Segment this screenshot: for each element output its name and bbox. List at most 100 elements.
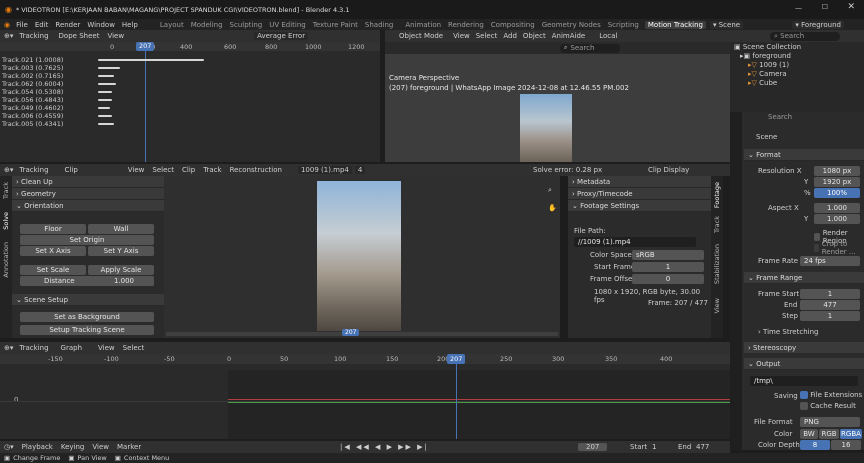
tab-view[interactable]: View: [713, 298, 721, 313]
properties-search[interactable]: Search: [748, 112, 858, 122]
color-rgba-option[interactable]: RGBA: [840, 429, 862, 439]
track-row[interactable]: Track.062 (0.6004): [0, 80, 110, 88]
set-y-axis-button[interactable]: Set Y Axis: [88, 246, 154, 256]
workspace-tab[interactable]: Rendering: [448, 21, 484, 29]
3d-viewport[interactable]: Camera Perspective (207) foreground | Wh…: [385, 54, 730, 162]
minimize-button[interactable]: —: [795, 4, 802, 12]
start-field[interactable]: 1: [652, 443, 656, 451]
resolution-y-field[interactable]: 1920 px: [814, 177, 860, 187]
playback-controls[interactable]: |◀ ◀◀ ◀ ▶ ▶▶ ▶|: [340, 443, 429, 451]
cache-result-checkbox[interactable]: Cache Result: [800, 402, 856, 410]
menu-edit[interactable]: Edit: [35, 21, 49, 29]
color-space-dropdown[interactable]: sRGB: [632, 250, 704, 260]
start-frame-field[interactable]: 1: [632, 262, 704, 272]
format-panel-header[interactable]: ⌄ Format: [744, 149, 864, 161]
track-row[interactable]: Track.056 (0.4843): [0, 96, 110, 104]
frame-start-field[interactable]: 1: [800, 289, 860, 299]
workspace-tab[interactable]: Texture Paint: [313, 21, 358, 29]
resolution-percent-field[interactable]: 100%: [814, 188, 860, 198]
clip-display-dropdown[interactable]: Clip Display: [648, 166, 689, 174]
metadata-panel[interactable]: › Metadata: [568, 176, 711, 188]
frame-offset-field[interactable]: 0: [632, 274, 704, 284]
track-row[interactable]: Track.054 (0.5308): [0, 88, 110, 96]
end-field[interactable]: 477: [696, 443, 709, 451]
graph-tracking-mode[interactable]: Tracking: [19, 344, 48, 352]
set-x-axis-button[interactable]: Set X Axis: [20, 246, 86, 256]
graph-mode[interactable]: Graph: [61, 344, 82, 352]
outliner-item[interactable]: ▸▣ foreground: [730, 51, 864, 60]
graph-area[interactable]: -150 -100 -50 0 50 100 150 200 250 300 3…: [0, 354, 730, 439]
zoom-icon[interactable]: ⌕: [548, 186, 552, 195]
floor-button[interactable]: Floor: [20, 224, 86, 234]
outliner-scene-collection[interactable]: ▣ Scene Collection: [730, 42, 864, 51]
clip-menu[interactable]: Reconstruction: [230, 166, 282, 174]
setup-tracking-scene-button[interactable]: Setup Tracking Scene: [20, 325, 154, 335]
workspace-tab[interactable]: Geometry Nodes: [542, 21, 601, 29]
outliner-item[interactable]: ▸▽ Camera: [730, 69, 864, 78]
apply-scale-button[interactable]: Apply Scale: [88, 265, 154, 275]
graph-frame-badge[interactable]: 207: [447, 354, 466, 364]
tab-footage[interactable]: Footage: [713, 182, 721, 208]
output-path-field[interactable]: /tmp\: [750, 376, 858, 386]
scene-selector[interactable]: ▾ Scene: [709, 20, 744, 29]
depth-16-option[interactable]: 16: [831, 440, 861, 450]
menu-help[interactable]: Help: [122, 21, 138, 29]
editor-type-icon[interactable]: ⊕▾: [4, 166, 13, 174]
viewport-search-field[interactable]: ⌕ Search: [560, 43, 620, 53]
clip-viewport[interactable]: ⌕ ✋ 207: [164, 176, 560, 338]
track-row[interactable]: Track.006 (0.4559): [0, 112, 110, 120]
footage-settings-panel[interactable]: ⌄ Footage Settings: [568, 200, 711, 212]
workspace-tab[interactable]: Compositing: [491, 21, 535, 29]
tab-track[interactable]: Track: [713, 216, 721, 233]
outliner-item[interactable]: ▸▽ Cube: [730, 78, 864, 87]
resolution-x-field[interactable]: 1080 px: [814, 166, 860, 176]
stereoscopy-panel-header[interactable]: › Stereoscopy: [744, 342, 864, 354]
workspace-tab[interactable]: Scripting: [608, 21, 639, 29]
viewport-menu[interactable]: AnimAide: [552, 32, 585, 40]
playback-menu[interactable]: Playback: [22, 443, 53, 451]
close-button[interactable]: ✕: [847, 2, 855, 12]
aspect-x-field[interactable]: 1.000: [814, 203, 860, 213]
clip-menu[interactable]: View: [128, 166, 145, 174]
set-origin-button[interactable]: Set Origin: [20, 235, 154, 245]
workspace-tab[interactable]: Modeling: [191, 21, 223, 29]
track-row[interactable]: Track.021 (1.0008): [0, 56, 110, 64]
menu-render[interactable]: Render: [55, 21, 80, 29]
view-layer-selector[interactable]: ▾ Foreground: [792, 20, 844, 29]
maximize-button[interactable]: ☐: [822, 3, 828, 11]
hand-icon[interactable]: ✋: [548, 204, 557, 212]
track-row[interactable]: Track.049 (0.4602): [0, 104, 110, 112]
viewport-menu[interactable]: View: [453, 32, 470, 40]
timeline-view-menu[interactable]: View: [92, 443, 109, 451]
tracking-mode[interactable]: Tracking: [19, 32, 48, 40]
tab-solve[interactable]: Solve: [2, 212, 10, 230]
time-stretching-panel[interactable]: › Time Stretching: [758, 328, 818, 336]
clip-menu[interactable]: Track: [203, 166, 221, 174]
tab-annotation[interactable]: Annotation: [2, 242, 10, 278]
workspace-tab[interactable]: Animation: [405, 21, 441, 29]
workspace-tab[interactable]: Shading: [365, 21, 393, 29]
blender-menu-icon[interactable]: ◉: [4, 21, 10, 29]
clip-frame-badge[interactable]: 207: [342, 329, 360, 336]
clip-tracking-mode[interactable]: Tracking: [19, 166, 48, 174]
scene-setup-panel[interactable]: ⌄ Scene Setup: [12, 294, 164, 306]
color-bw-option[interactable]: BW: [800, 429, 818, 439]
menu-window[interactable]: Window: [87, 21, 115, 29]
output-panel-header[interactable]: ⌄ Output: [744, 358, 864, 370]
clean-up-panel[interactable]: › Clean Up: [12, 176, 164, 188]
aspect-y-field[interactable]: 1.000: [814, 214, 860, 224]
sort-dropdown[interactable]: Average Error: [254, 32, 309, 40]
clip-menu[interactable]: Select: [152, 166, 174, 174]
crop-checkbox[interactable]: Crop to Render ...: [814, 240, 864, 256]
marker-menu[interactable]: Marker: [117, 443, 141, 451]
track-row[interactable]: Track.005 (0.4341): [0, 120, 110, 128]
workspace-tab[interactable]: UV Editing: [269, 21, 306, 29]
depth-8-option[interactable]: 8: [800, 440, 830, 450]
track-row[interactable]: Track.002 (0.7165): [0, 72, 110, 80]
outliner-search[interactable]: ⌕ Search: [770, 31, 840, 41]
editor-type-icon[interactable]: ⊕▾: [4, 32, 13, 40]
frame-rate-dropdown[interactable]: 24 fps: [800, 256, 860, 266]
color-rgb-option[interactable]: RGB: [819, 429, 839, 439]
viewport-menu[interactable]: Object: [523, 32, 546, 40]
workspace-tab[interactable]: Layout: [160, 21, 184, 29]
